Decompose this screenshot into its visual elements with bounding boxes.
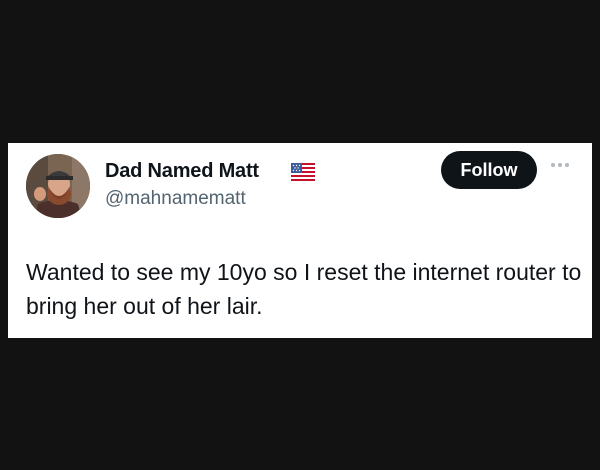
follow-button[interactable]: Follow (441, 151, 537, 189)
avatar[interactable] (26, 154, 90, 218)
author-display-name[interactable]: Dad Named Matt (105, 160, 259, 183)
avatar-photo-icon (26, 154, 90, 218)
author-handle[interactable]: @mahnamematt (105, 188, 246, 210)
tweet-card: Dad Named Matt @mahnamematt Follow Wante… (8, 143, 592, 338)
tweet-text: Wanted to see my 10yo so I reset the int… (26, 259, 582, 319)
us-flag-icon (291, 163, 315, 181)
more-dots-icon[interactable] (549, 161, 571, 169)
